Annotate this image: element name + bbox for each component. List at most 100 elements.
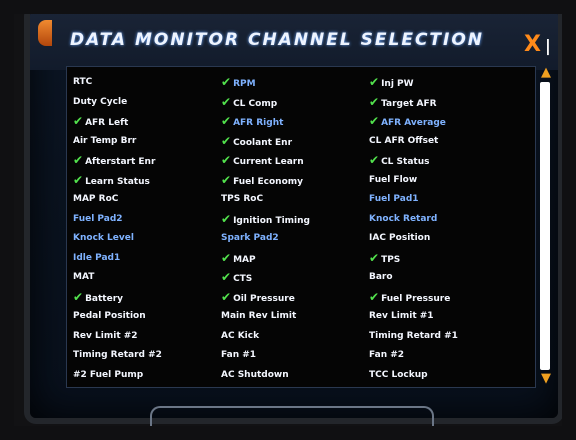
- channel-label: MAP RoC: [73, 194, 119, 204]
- checkmark-icon: ✔: [221, 270, 232, 284]
- channel-item[interactable]: ✔ Fuel Pressure: [369, 288, 450, 306]
- checkmark-icon: ✔: [221, 289, 232, 304]
- scroll-down-arrow-icon[interactable]: ▼: [536, 372, 556, 386]
- channel-item[interactable]: Rev Limit #1: [369, 307, 434, 325]
- channel-label: Rev Limit #2: [73, 330, 138, 341]
- channel-item[interactable]: IAC Position: [369, 229, 430, 247]
- scroll-up-arrow-icon[interactable]: ▲: [536, 66, 556, 80]
- channel-label: Knock Retard: [369, 213, 438, 224]
- channel-item[interactable]: AC Shutdown: [221, 366, 289, 384]
- channel-item[interactable]: ✔ Oil Pressure: [221, 288, 295, 306]
- channel-item[interactable]: Timing Retard #1: [369, 327, 458, 345]
- channel-item[interactable]: Duty Cycle: [73, 93, 127, 111]
- channel-label: #2 Fuel Pump: [73, 369, 144, 380]
- channel-label: AFR Average: [381, 118, 446, 128]
- channel-item[interactable]: Knock Retard: [369, 210, 437, 228]
- channel-label: Main Rev Limit: [221, 311, 297, 321]
- close-button[interactable]: X |: [524, 32, 551, 57]
- channel-item[interactable]: ✔ RPM: [221, 73, 256, 91]
- channel-item[interactable]: MAT: [73, 268, 94, 286]
- channel-label: Pedal Position: [73, 311, 146, 321]
- menu-corner-icon[interactable]: [38, 20, 52, 46]
- channel-label: Timing Retard #2: [73, 350, 162, 360]
- channel-item[interactable]: Idle Pad1: [73, 249, 120, 267]
- checkmark-icon: ✔: [369, 94, 380, 109]
- channel-item[interactable]: ✔ Fuel Economy: [221, 171, 303, 189]
- channel-item[interactable]: CL AFR Offset: [369, 132, 438, 150]
- channel-item[interactable]: Spark Pad2: [221, 229, 279, 247]
- channel-label: Timing Retard #1: [369, 330, 458, 341]
- channel-label: Coolant Enr: [233, 137, 293, 148]
- channel-label: AC Shutdown: [221, 369, 289, 380]
- checkmark-icon: ✔: [73, 114, 84, 128]
- channel-label: Fuel Pressure: [381, 293, 451, 304]
- channel-item[interactable]: Rev Limit #2: [73, 327, 138, 345]
- channel-label: AFR Right: [233, 118, 284, 128]
- channel-item[interactable]: ✔ CL Status: [369, 151, 429, 169]
- channel-item[interactable]: ✔ Target AFR: [369, 93, 437, 111]
- channel-item[interactable]: Fan #2: [369, 346, 404, 364]
- channel-item[interactable]: ✔ Learn Status: [73, 171, 150, 189]
- scroll-track[interactable]: [540, 82, 550, 370]
- channel-label: CL AFR Offset: [369, 135, 439, 146]
- channel-item[interactable]: ✔ Afterstart Enr: [73, 151, 155, 169]
- channel-item[interactable]: Main Rev Limit: [221, 307, 296, 325]
- channel-label: CL Comp: [233, 98, 278, 109]
- channel-item[interactable]: Air Temp Brr: [73, 132, 136, 150]
- checkmark-icon: ✔: [369, 250, 380, 265]
- channel-item[interactable]: ✔ CL Comp: [221, 93, 277, 111]
- channel-label: Spark Pad2: [221, 233, 279, 243]
- channel-item[interactable]: ✔ CTS: [221, 268, 252, 286]
- channel-item[interactable]: Fan #1: [221, 346, 256, 364]
- channel-item[interactable]: Fuel Flow: [369, 171, 417, 189]
- channel-item[interactable]: Knock Level: [73, 229, 134, 247]
- channel-item[interactable]: ✔ MAP: [221, 249, 256, 267]
- checkmark-icon: ✔: [73, 289, 84, 304]
- channel-item[interactable]: TPS RoC: [221, 190, 263, 208]
- channel-item[interactable]: ✔ AFR Left: [73, 112, 128, 130]
- channel-item[interactable]: ✔ Current Learn: [221, 151, 304, 169]
- channel-label: Knock Level: [73, 233, 134, 243]
- channel-item[interactable]: ✔ Ignition Timing: [221, 210, 310, 228]
- channel-item[interactable]: AC Kick: [221, 327, 259, 345]
- channel-item[interactable]: #2 Fuel Pump: [73, 366, 143, 384]
- channel-item[interactable]: ✔ AFR Average: [369, 112, 446, 130]
- channel-item[interactable]: MAP RoC: [73, 190, 118, 208]
- channel-label: Fan #1: [221, 350, 257, 360]
- channel-item[interactable]: Pedal Position: [73, 307, 146, 325]
- channel-item[interactable]: ✔ Inj PW: [369, 73, 414, 91]
- channel-item[interactable]: Fuel Pad1: [369, 190, 419, 208]
- title-bar: DATA MONITOR CHANNEL SELECTION X |: [30, 10, 558, 70]
- checkmark-icon: ✔: [221, 94, 232, 109]
- channel-label: Idle Pad1: [73, 252, 121, 263]
- channel-label: MAP: [233, 254, 256, 265]
- checkmark-icon: ✔: [221, 172, 232, 187]
- channel-label: CL Status: [381, 157, 430, 167]
- checkmark-icon: ✔: [221, 114, 232, 128]
- scrollbar[interactable]: ▲ ▼: [536, 66, 556, 386]
- checkmark-icon: ✔: [73, 172, 84, 187]
- channel-item[interactable]: ✔ Coolant Enr: [221, 132, 292, 150]
- channel-label: Afterstart Enr: [85, 157, 156, 167]
- channel-label: Battery: [85, 293, 124, 304]
- channel-item[interactable]: Timing Retard #2: [73, 346, 162, 364]
- channel-item[interactable]: RTC: [73, 73, 92, 91]
- channel-label: AFR Left: [85, 118, 129, 128]
- channel-label: Target AFR: [381, 98, 437, 109]
- channel-label: TPS: [381, 254, 401, 265]
- channel-item[interactable]: TCC Lockup: [369, 366, 428, 384]
- channel-label: Learn Status: [85, 176, 150, 187]
- channel-label: Fuel Flow: [369, 174, 418, 185]
- channel-item[interactable]: Fuel Pad2: [73, 210, 123, 228]
- checkmark-icon: ✔: [369, 153, 380, 167]
- channel-item[interactable]: ✔ AFR Right: [221, 112, 283, 130]
- channel-label: TPS RoC: [221, 194, 264, 204]
- channel-label: CTS: [233, 274, 253, 284]
- channel-item[interactable]: ✔ TPS: [369, 249, 400, 267]
- channel-item[interactable]: Baro: [369, 268, 393, 286]
- channel-label: Duty Cycle: [73, 96, 128, 107]
- device-screen: DATA MONITOR CHANNEL SELECTION X | RTC Dut…: [30, 10, 558, 418]
- window-title: DATA MONITOR CHANNEL SELECTION: [70, 30, 485, 50]
- channel-item[interactable]: ✔ Battery: [73, 288, 123, 306]
- channel-label: MAT: [73, 272, 95, 282]
